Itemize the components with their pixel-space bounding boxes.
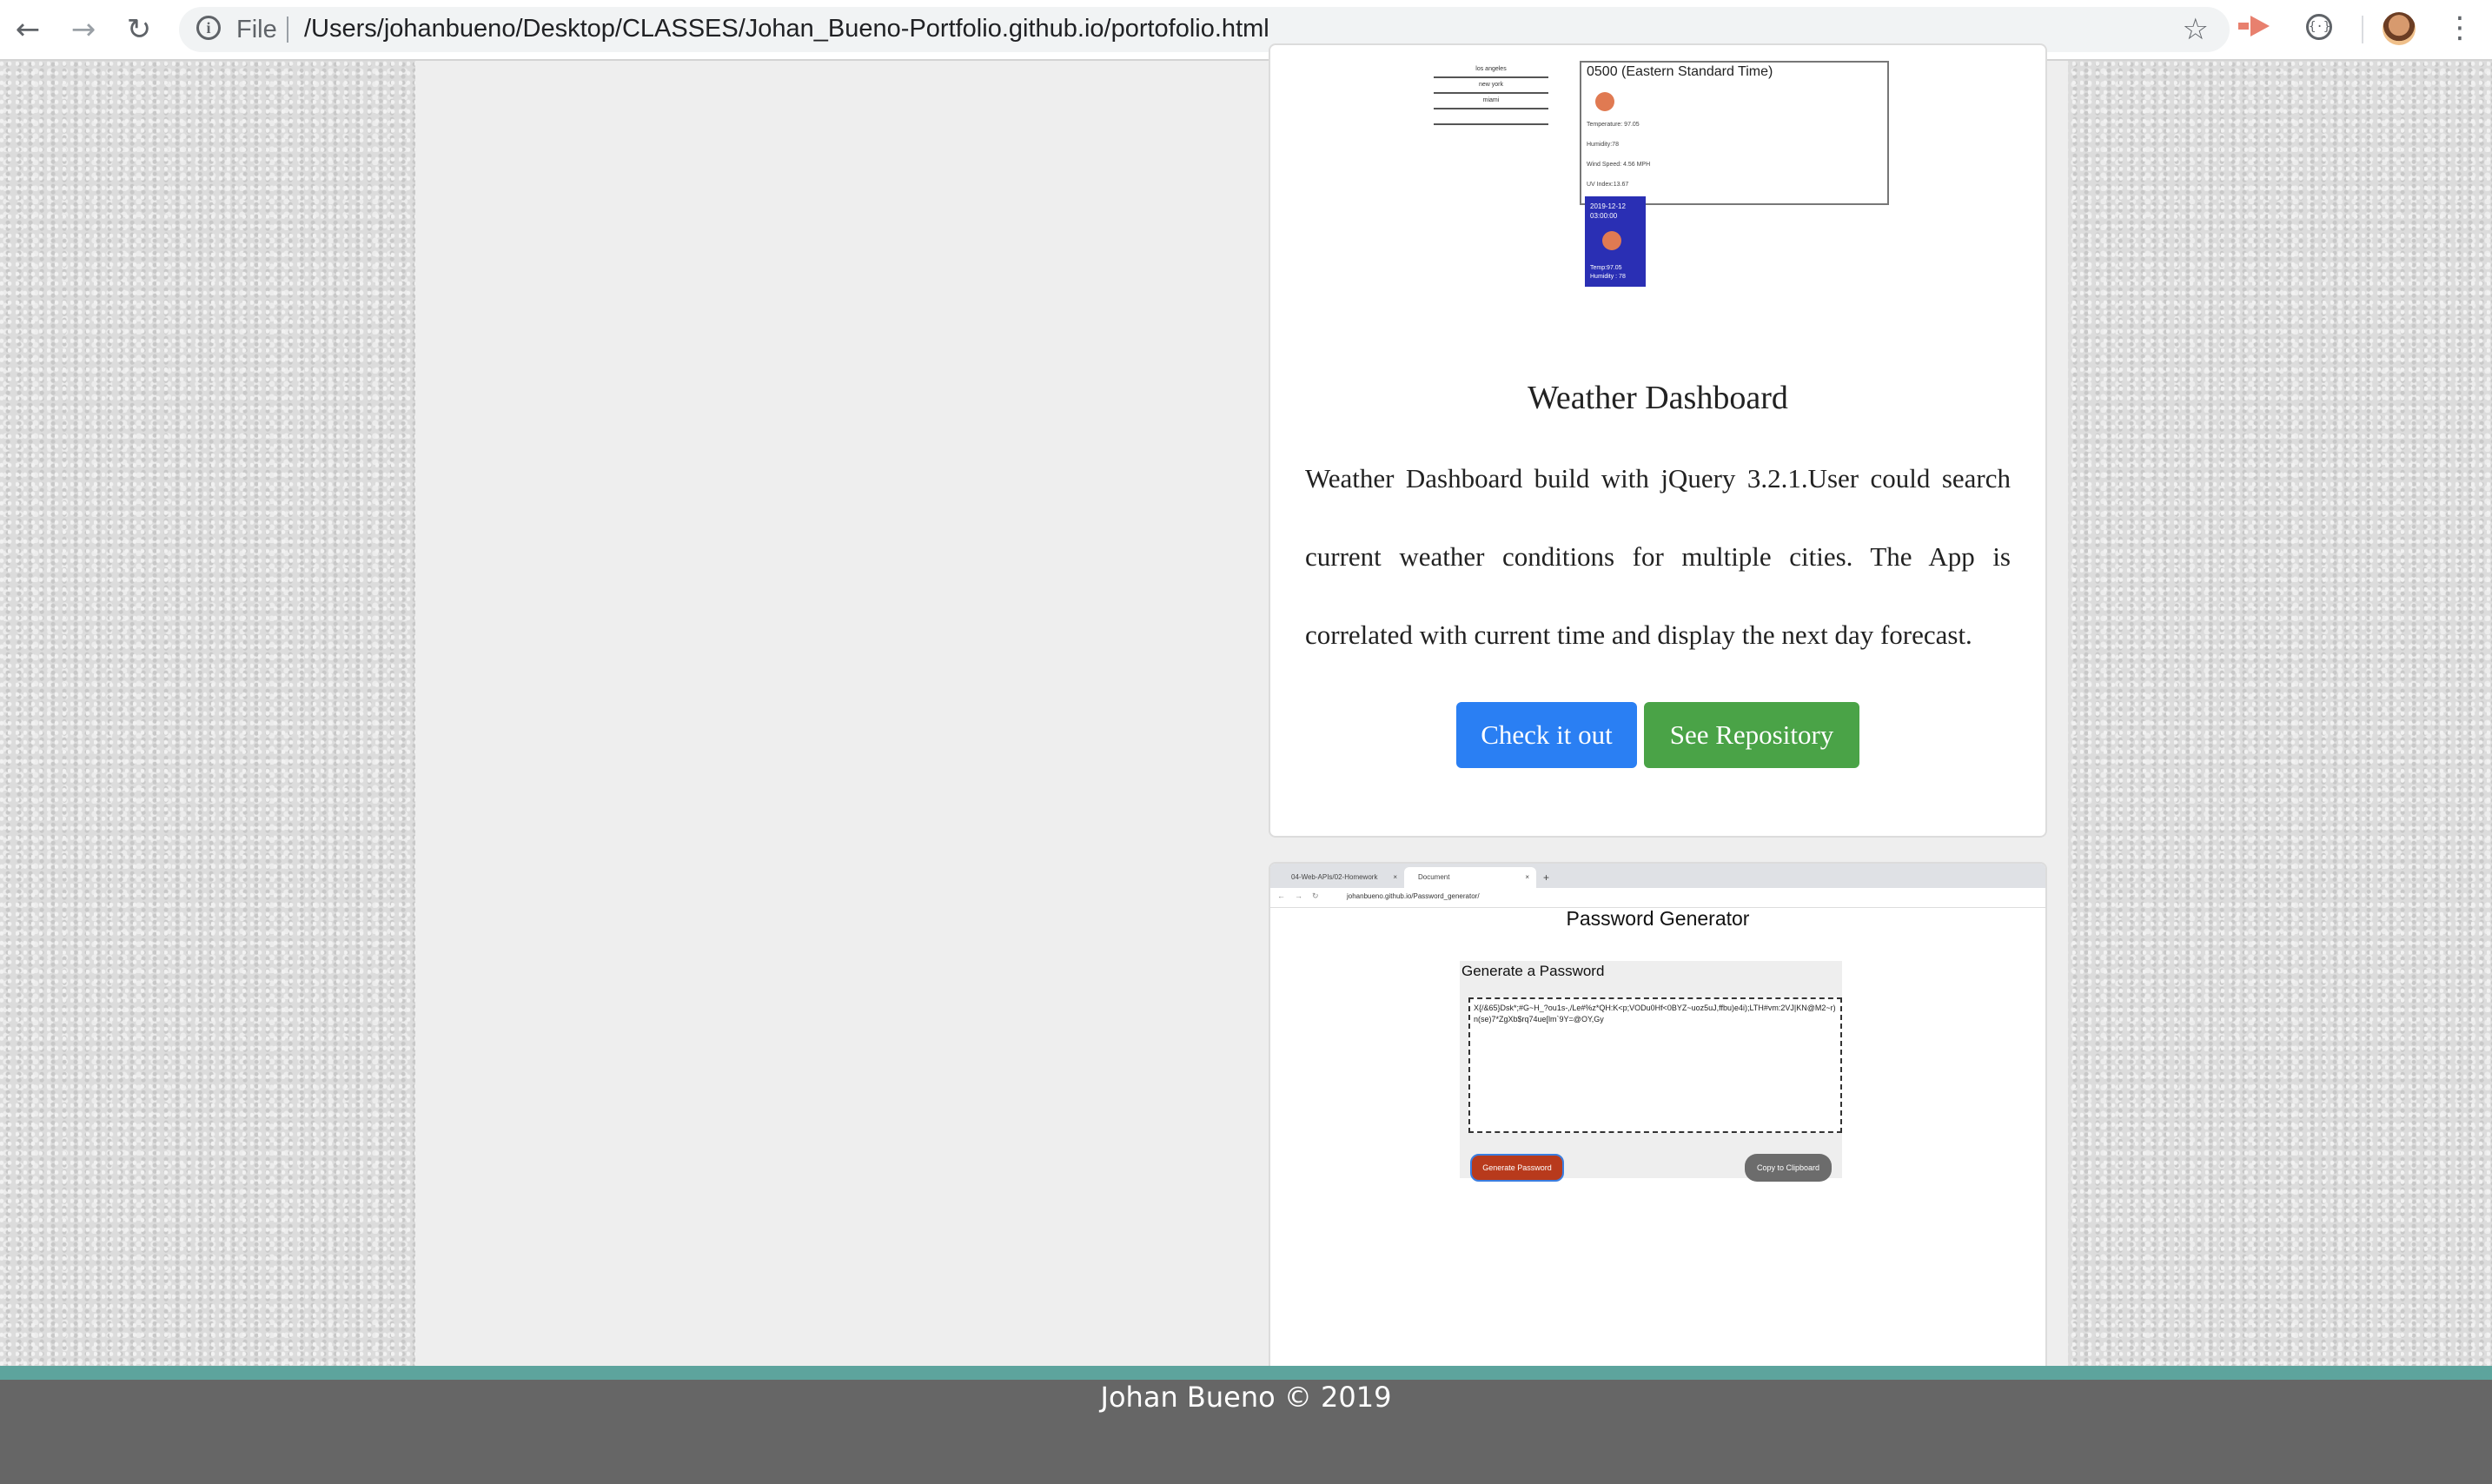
- project-description: Weather Dashboard build with jQuery 3.2.…: [1305, 463, 2011, 650]
- forecast-temp: Temp:97.05: [1590, 265, 1622, 271]
- extension-icon-part: [2238, 23, 2249, 30]
- city-item: los angeles: [1434, 63, 1548, 78]
- password-panel-label: Generate a Password: [1461, 963, 1605, 979]
- forecast-humidity: Humidity : 78: [1590, 274, 1626, 280]
- city-item: miami: [1434, 94, 1548, 109]
- back-icon: ←: [1277, 891, 1285, 900]
- forward-icon[interactable]: →: [66, 12, 101, 47]
- forecast-sun-icon: [1602, 231, 1621, 250]
- close-icon: ×: [1393, 873, 1397, 881]
- footer-copyright: Johan Bueno © 2019: [1100, 1381, 1392, 1414]
- uv-line: UV Index:13.67: [1587, 182, 1629, 188]
- reload-icon[interactable]: ↻: [122, 12, 156, 47]
- weather-city-list: los angeles new york miami: [1434, 63, 1548, 125]
- file-label: File: [236, 16, 277, 43]
- forecast-time: 03:00:00: [1590, 212, 1618, 220]
- url-text[interactable]: /Users/johanbueno/Desktop/CLASSES/Johan_…: [304, 15, 1269, 43]
- reload-icon: ↻: [1312, 891, 1319, 900]
- forward-icon: →: [1295, 891, 1302, 900]
- toolbar-divider: [2362, 16, 2363, 43]
- info-icon[interactable]: i: [196, 16, 221, 40]
- preview-url: johanbueno.github.io/Password_generator/: [1347, 892, 1480, 900]
- back-icon[interactable]: ←: [10, 12, 45, 47]
- page-background: los angeles new york miami 0500 (Eastern…: [0, 43, 2492, 1484]
- preview-tab-active: Document ×: [1404, 867, 1536, 888]
- project-card-password: 04-Web-APIs/02-Homework × Document × + ← →…: [1269, 862, 2047, 1401]
- menu-kebab-icon[interactable]: ⋮: [2445, 10, 2475, 45]
- profile-avatar[interactable]: [2383, 12, 2416, 45]
- address-divider: [287, 17, 288, 43]
- city-item: new york: [1434, 78, 1548, 94]
- wind-line: Wind Speed: 4.56 MPH: [1587, 162, 1651, 168]
- forecast-date: 2019-12-12: [1590, 202, 1626, 210]
- preview-tabbar: 04-Web-APIs/02-Homework × Document × +: [1270, 864, 2045, 888]
- preview-urlbar: ← → ↻ johanbueno.github.io/Password_gene…: [1270, 888, 2045, 908]
- close-icon: ×: [1525, 873, 1529, 881]
- preview-tab: 04-Web-APIs/02-Homework ×: [1277, 867, 1404, 888]
- weather-sun-icon: [1595, 92, 1614, 111]
- timezone-text: 0500 (Eastern Standard Time): [1587, 64, 1773, 79]
- password-panel: Generate a Password X{/&65}Dsk*;#G~H_?ou…: [1460, 961, 1842, 1182]
- footer-stripe: [0, 1366, 2492, 1380]
- content-column: los angeles new york miami 0500 (Eastern…: [415, 43, 2068, 1401]
- copy-clipboard-button: Copy to Clipboard: [1745, 1154, 1832, 1182]
- extension-play-icon[interactable]: [2250, 16, 2270, 36]
- forecast-values: Temp:97.05 Humidity : 78: [1590, 264, 1626, 282]
- password-output: X{/&65}Dsk*;#G~H_?ou1s-,/Le#%z*QH:K<p;VO…: [1468, 997, 1842, 1133]
- forecast-datetime: 2019-12-12 03:00:00: [1590, 202, 1626, 221]
- weather-forecast-box: 2019-12-12 03:00:00 Temp:97.05 Humidity : …: [1585, 196, 1646, 287]
- humidity-line: Humidity:78: [1587, 142, 1619, 148]
- check-it-out-button[interactable]: Check it out: [1456, 702, 1637, 768]
- browser-toolbar: ← → ↻ i File /Users/johanbueno/Desktop/C…: [0, 0, 2492, 61]
- temperature-line: Temperature: 97.05: [1587, 122, 1640, 128]
- project-title: Weather Dashboard: [1528, 380, 1788, 416]
- city-item-empty: [1434, 109, 1548, 125]
- preview-tab-label: 04-Web-APIs/02-Homework: [1291, 873, 1378, 881]
- see-repository-button[interactable]: See Repository: [1644, 702, 1859, 768]
- bookmark-star-icon[interactable]: ☆: [2183, 12, 2209, 47]
- extension-code-icon[interactable]: {·}: [2306, 14, 2332, 40]
- preview-tab-label: Document: [1418, 873, 1450, 881]
- generate-password-button: Generate Password: [1470, 1154, 1564, 1182]
- new-tab-icon: +: [1543, 871, 1550, 884]
- footer: Johan Bueno © 2019: [0, 1380, 2492, 1484]
- password-heading: Password Generator: [1566, 907, 1750, 930]
- project-card-weather: los angeles new york miami 0500 (Eastern…: [1269, 43, 2047, 838]
- weather-current-box: 0500 (Eastern Standard Time) Temperature…: [1580, 61, 1889, 205]
